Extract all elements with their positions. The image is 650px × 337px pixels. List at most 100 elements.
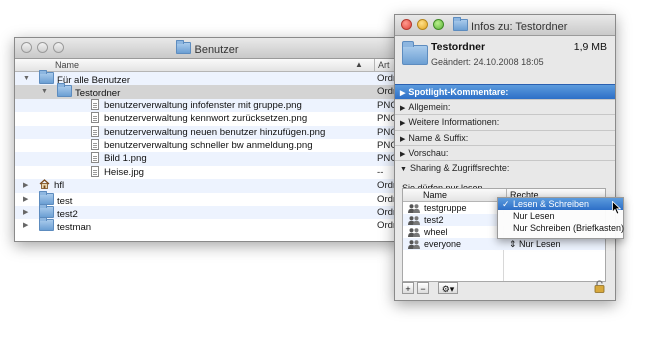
info-sections: ▶ Spotlight-Kommentare: ▶ Allgemein: ▶ Weiter… <box>395 84 615 175</box>
file-row[interactable]: benutzerverwaltung infofenster mit grupp… <box>15 98 400 113</box>
info-section-6[interactable]: ▼ Sharing & Zugriffsrechte: <box>395 159 615 175</box>
file-name-text: Heise.jpg <box>104 166 144 178</box>
file-row[interactable]: ▶ test Ordn <box>15 190 400 207</box>
document-icon <box>91 98 99 110</box>
disclosure-closed-icon[interactable]: ▶ <box>23 206 28 219</box>
info-section-2[interactable]: ▶ Allgemein: <box>395 99 615 114</box>
file-name-text: benutzerverwaltung neuen benutzer hinzuf… <box>104 126 326 138</box>
close-button[interactable] <box>401 19 412 30</box>
sort-arrow-icon: ▲ <box>355 60 363 69</box>
finder-window: Benutzer Name ▲ Art ▼ Für alle Benutzer Or… <box>14 37 401 242</box>
user-icon <box>408 204 420 213</box>
zoom-button[interactable] <box>433 19 444 30</box>
file-row[interactable]: benutzerverwaltung kennwort zurücksetzen… <box>15 112 400 125</box>
file-row[interactable]: ▶ test2 Ordn <box>15 203 400 220</box>
file-row[interactable]: ▼ Testordner Ordn <box>15 83 400 100</box>
lock-icon[interactable] <box>594 280 605 293</box>
file-row[interactable]: Heise.jpg -- <box>15 165 400 179</box>
file-name-text: benutzerverwaltung infofenster mit grupp… <box>104 99 302 111</box>
file-row[interactable]: ▶ hfl Ordn <box>15 179 400 193</box>
info-section-label: Sharing & Zugriffsrechte: <box>409 162 510 173</box>
info-title: Infos zu: Testordner <box>453 17 615 33</box>
column-header: Name ▲ Art <box>15 59 400 72</box>
info-section-4[interactable]: ▶ Name & Suffix: <box>395 129 615 145</box>
info-titlebar: Infos zu: Testordner <box>395 15 615 36</box>
menu-item-2[interactable]: Nur Lesen <box>498 210 623 222</box>
info-section-label: Spotlight-Kommentare: <box>408 87 509 97</box>
file-name-text: test <box>57 195 73 207</box>
info-window: Infos zu: Testordner Testordner 1,9 MB G… <box>394 14 616 301</box>
file-name-text: Für alle Benutzer <box>57 75 131 86</box>
user-name: wheel <box>424 227 448 237</box>
document-icon <box>91 152 99 164</box>
permission-row[interactable]: everyone ⇕ Nur Lesen <box>403 238 605 250</box>
add-user-button[interactable]: + <box>402 282 414 294</box>
permissions-buttons: + − ⚙▾ <box>402 282 458 294</box>
file-row[interactable]: benutzerverwaltung neuen benutzer hinzuf… <box>15 125 400 139</box>
info-window-controls <box>401 19 444 30</box>
folder-icon <box>39 203 54 218</box>
home-icon <box>39 179 50 190</box>
info-header: Testordner 1,9 MB Geändert: 24.10.2008 1… <box>395 36 615 84</box>
file-row[interactable]: ▼ Für alle Benutzer Ordn <box>15 70 400 86</box>
folder-icon <box>39 190 54 205</box>
minimize-button[interactable] <box>417 19 428 30</box>
file-name-text: hfl <box>54 180 65 192</box>
file-name: benutzerverwaltung kennwort zurücksetzen… <box>91 112 307 125</box>
rights-value[interactable]: ⇕ Nur Lesen <box>509 238 561 250</box>
check-icon: ✓ <box>502 199 510 209</box>
folder-icon <box>176 40 192 54</box>
info-section-label: Name & Suffix: <box>408 132 469 143</box>
folder-icon <box>57 83 72 98</box>
menu-item-3[interactable]: Nur Schreiben (Briefkasten) <box>498 222 625 234</box>
group-icon <box>408 240 420 249</box>
finder-titlebar: Benutzer <box>15 38 400 59</box>
disclosure-closed-icon[interactable]: ▶ <box>23 219 28 232</box>
file-name-text: benutzerverwaltung schneller bw anmeldun… <box>104 139 313 151</box>
info-section-5[interactable]: ▶ Vorschau: <box>395 144 615 160</box>
menu-item-label: Nur Schreiben (Briefkasten) <box>513 223 625 233</box>
folder-icon <box>453 17 468 31</box>
file-row[interactable]: Bild 1.png PNG- <box>15 152 400 166</box>
menu-item-label: Nur Lesen <box>513 211 555 221</box>
info-section-label: Allgemein: <box>408 102 451 113</box>
document-icon <box>91 165 99 177</box>
document-icon <box>91 112 99 124</box>
disclosure-closed-icon[interactable]: ▶ <box>23 193 28 206</box>
user-icon <box>408 228 420 237</box>
file-name-text: benutzerverwaltung kennwort zurücksetzen… <box>104 113 308 125</box>
mouse-pointer-icon <box>612 201 621 215</box>
file-row[interactable]: ▶ testman Ordn <box>15 217 400 234</box>
modified-date: Geändert: 24.10.2008 18:05 <box>431 57 544 67</box>
file-name-text: Bild 1.png <box>104 153 147 165</box>
name-column-header[interactable]: Name <box>423 190 447 200</box>
file-name: Bild 1.png <box>91 152 147 165</box>
disclosure-closed-icon[interactable]: ▶ <box>23 179 28 192</box>
column-name-header[interactable]: Name <box>55 60 79 70</box>
file-name: Heise.jpg <box>91 165 144 179</box>
file-row[interactable]: benutzerverwaltung schneller bw anmeldun… <box>15 138 400 152</box>
file-kind: -- <box>377 166 384 178</box>
file-name: benutzerverwaltung infofenster mit grupp… <box>91 98 302 112</box>
finder-title: Benutzer <box>15 40 400 56</box>
user-name: everyone <box>424 239 462 249</box>
folder-size: 1,9 MB <box>573 41 607 53</box>
file-name-text: test2 <box>57 208 78 220</box>
disclosure-open-icon[interactable]: ▼ <box>41 85 48 98</box>
rights-popup-menu: ✓ Lesen & Schreiben Nur Lesen Nur Schreiben… <box>497 197 624 239</box>
disclosure-open-icon[interactable]: ▼ <box>23 72 30 85</box>
user-name: testgruppe <box>424 203 467 213</box>
folder-name: Testordner <box>431 41 486 53</box>
action-menu-button[interactable]: ⚙▾ <box>438 282 458 294</box>
column-kind-header[interactable]: Art <box>374 59 390 71</box>
disclosure-open-icon: ▼ <box>400 165 407 173</box>
file-name: testman <box>39 217 91 234</box>
info-section-3[interactable]: ▶ Weitere Informationen: <box>395 114 615 129</box>
file-name-text: Testordner <box>75 88 121 100</box>
remove-user-button[interactable]: − <box>417 282 429 294</box>
folder-icon <box>39 217 54 232</box>
user-name: test2 <box>424 215 444 225</box>
menu-item-1[interactable]: ✓ Lesen & Schreiben <box>498 198 623 210</box>
info-section-1[interactable]: ▶ Spotlight-Kommentare: <box>395 84 615 100</box>
info-section-label: Weitere Informationen: <box>408 117 500 128</box>
